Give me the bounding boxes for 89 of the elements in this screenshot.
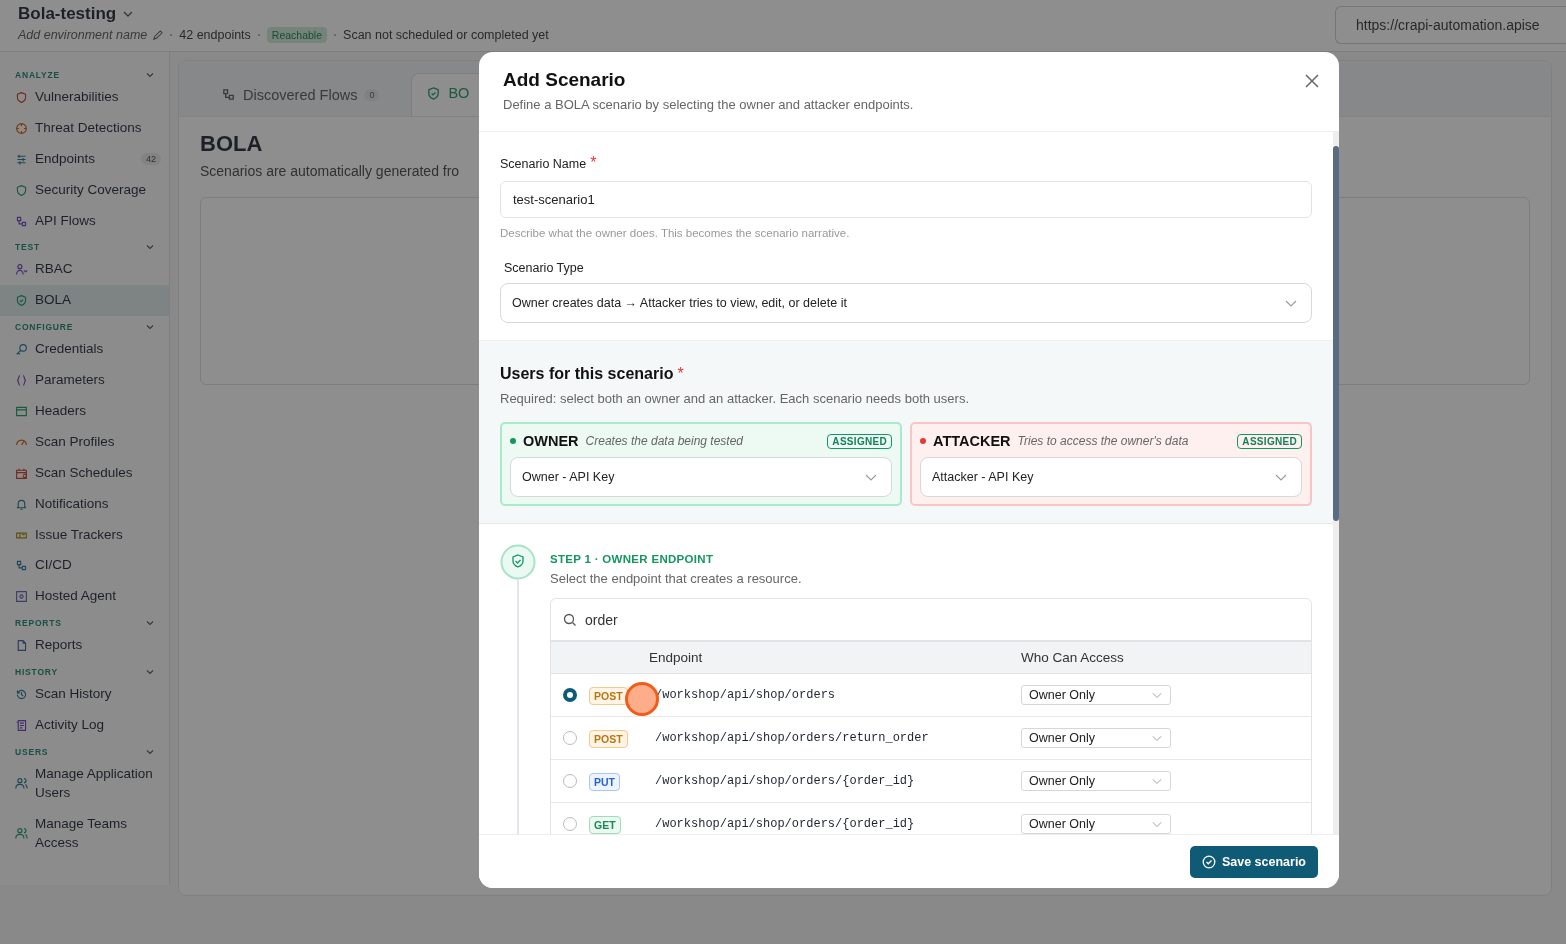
sidebar-item[interactable]: BOLA <box>0 285 169 317</box>
click-indicator <box>625 682 659 716</box>
sidebar-item[interactable]: Parameters <box>0 365 169 396</box>
column-header: Endpoint <box>649 650 704 665</box>
section-title: Users for this scenario <box>500 365 674 383</box>
sidebar-item[interactable]: Scan Schedules <box>0 457 169 489</box>
flow-icon <box>221 87 236 102</box>
sidebar-item[interactable]: Hosted Agent <box>0 581 169 613</box>
sidebar-item[interactable]: Reports <box>0 630 169 662</box>
sidebar-item[interactable]: Headers <box>0 396 169 427</box>
sidebar-item[interactable]: Credentials <box>0 334 169 366</box>
sidebar-item[interactable]: Issue Trackers <box>0 519 169 551</box>
sidebar-item[interactable]: Scan History <box>0 679 169 711</box>
close-icon[interactable] <box>1305 74 1319 88</box>
method-badge: POST <box>589 687 628 705</box>
column-header: Who Can Access <box>1021 650 1124 665</box>
section-label: REPORTS <box>15 618 62 629</box>
user-dropdown[interactable]: Attacker - API Key <box>920 457 1302 497</box>
chevron-down-icon <box>1152 776 1162 786</box>
method-badge: PUT <box>589 773 620 791</box>
sidebar-item[interactable]: Threat Detections <box>0 112 169 144</box>
sidebar-item[interactable]: Endpoints 42 <box>0 143 169 175</box>
radio-button[interactable] <box>563 688 577 702</box>
sidebar-item[interactable]: Manage Teams Access <box>0 808 169 859</box>
role-description: Tries to access the owner's data <box>1017 434 1190 448</box>
url-field[interactable]: https://crapi-automation.apise <box>1335 6 1566 44</box>
sidebar-item[interactable]: API Flows <box>0 205 169 237</box>
endpoint-path: /workshop/api/shop/orders <box>654 688 837 702</box>
section-label: CONFIGURE <box>15 322 74 333</box>
section-label: HISTORY <box>15 667 58 678</box>
access-dropdown[interactable]: Owner Only <box>1021 814 1171 834</box>
assigned-badge: ASSIGNED <box>1237 433 1302 449</box>
field-hint: Describe what the owner does. This becomes the scenario narrative. <box>500 227 851 239</box>
sidebar-item[interactable]: Security Coverage <box>0 174 169 206</box>
chevron-down-icon <box>1152 733 1162 743</box>
access-dropdown[interactable]: Owner Only <box>1021 728 1171 748</box>
scroll-bar[interactable] <box>1333 132 1339 834</box>
count-badge: 42 <box>141 153 161 166</box>
section-label: TEST <box>15 242 40 253</box>
radio-button[interactable] <box>563 817 577 831</box>
search-field[interactable]: order <box>551 599 1311 640</box>
method-badge: GET <box>589 816 621 834</box>
check-circle-icon <box>1201 854 1216 869</box>
sidebar-item[interactable]: Activity Log <box>0 710 169 741</box>
search-icon <box>563 612 577 627</box>
save-button[interactable]: Save scenario <box>1189 845 1318 878</box>
endpoint-path: /workshop/api/shop/orders/return_order <box>654 731 930 745</box>
required-mark: * <box>677 365 684 383</box>
section-label: USERS <box>15 746 49 757</box>
sidebar-item[interactable]: Notifications <box>0 488 169 520</box>
section-label: ANALYZE <box>15 70 60 80</box>
page-title: BOLA <box>200 131 263 157</box>
step-hint: Select the endpoint that creates a resource. <box>550 571 803 586</box>
endpoint-count: 42 endpoints <box>179 28 251 42</box>
tab[interactable]: Discovered Flows 0 <box>201 87 400 116</box>
sidebar-item[interactable]: Manage Application Users <box>0 758 169 809</box>
scenario-name-field[interactable]: test-scenario1 <box>500 181 1312 218</box>
endpoint-path: /workshop/api/shop/orders/{order_id} <box>654 817 916 831</box>
role-description: Creates the data being tested <box>585 434 745 448</box>
sidebar-item[interactable]: Vulnerabilities <box>0 82 169 113</box>
shield-check-icon <box>426 85 442 101</box>
required-mark: * <box>590 154 597 172</box>
page-subtitle: Scenarios are automatically generated fro <box>200 163 460 179</box>
section-hint: Required: select both an owner and an attacker. Each scenario needs both users. <box>500 391 970 406</box>
chevron-icon[interactable] <box>145 70 155 80</box>
scenario-type-dropdown[interactable]: Owner creates data → Attacker tries to view, edit, or delete it <box>500 283 1312 323</box>
pencil-icon[interactable] <box>152 29 164 41</box>
step-title: STEP 1 · OWNER ENDPOINT <box>550 553 715 565</box>
chevron-down-icon <box>1152 819 1162 829</box>
field-label: Scenario Name <box>500 157 587 171</box>
radio-button[interactable] <box>563 731 577 745</box>
field-label: Scenario Type <box>503 261 585 275</box>
endpoint-path: /workshop/api/shop/orders/{order_id} <box>654 774 916 788</box>
assigned-badge: ASSIGNED <box>827 433 892 449</box>
scan-status: Scan not scheduled or completed yet <box>343 28 549 42</box>
status-badge: Reachable <box>266 27 328 43</box>
sidebar-item[interactable]: Scan Profiles <box>0 426 169 458</box>
access-dropdown[interactable]: Owner Only <box>1021 685 1171 705</box>
sidebar-item[interactable]: CI/CD <box>0 550 169 582</box>
environment-title[interactable]: Bola-testing <box>18 4 117 24</box>
radio-button[interactable] <box>563 774 577 788</box>
chevron-down-icon <box>1152 690 1162 700</box>
shield-check-icon <box>500 544 536 580</box>
user-dropdown[interactable]: Owner - API Key <box>510 457 892 497</box>
access-dropdown[interactable]: Owner Only <box>1021 771 1171 791</box>
method-badge: POST <box>589 730 628 748</box>
role-label: ATTACKER <box>933 433 1011 449</box>
environment-name-placeholder[interactable]: Add environment name <box>18 28 148 42</box>
role-label: OWNER <box>523 433 579 449</box>
